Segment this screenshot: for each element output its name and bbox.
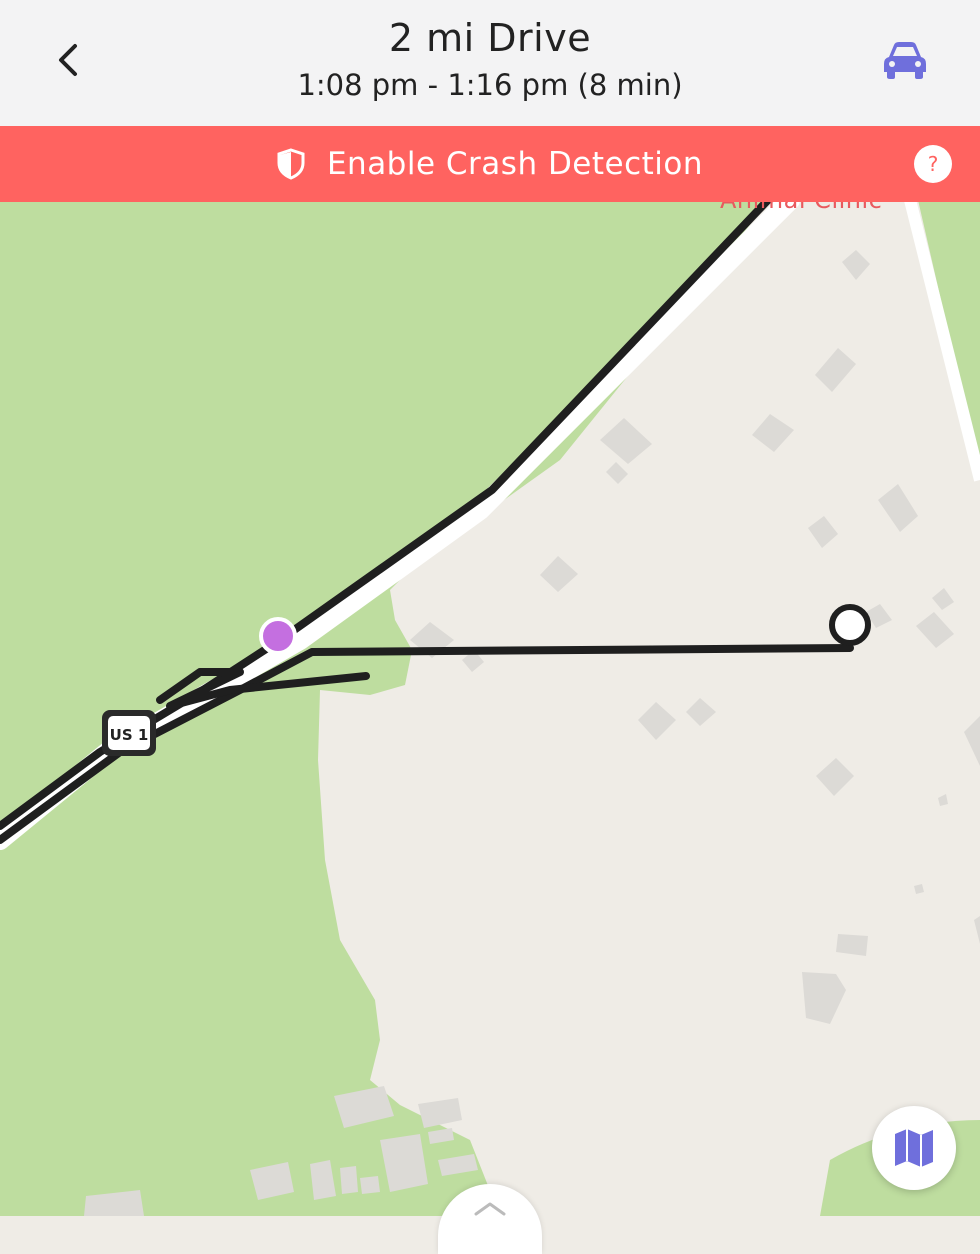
car-icon: [884, 42, 926, 79]
trip-title: 2 mi Drive: [388, 16, 592, 60]
banner-text: Enable Crash Detection: [326, 146, 704, 182]
help-button[interactable]: ?: [914, 145, 952, 183]
map-icon: [895, 1129, 933, 1167]
trip-time-range: 1:08 pm - 1:16 pm (8 min): [297, 68, 683, 102]
map-layers-button[interactable]: [872, 1106, 956, 1190]
chevron-up-icon: [474, 1202, 506, 1216]
trip-header: 2 mi Drive 1:08 pm - 1:16 pm (8 min): [0, 0, 980, 126]
svg-text:US 1: US 1: [110, 726, 149, 744]
shield-icon: [277, 148, 305, 180]
drive-mode-button[interactable]: [872, 30, 938, 90]
bottom-drawer-handle[interactable]: [438, 1184, 542, 1254]
highway-shield: US 1: [102, 710, 156, 756]
start-marker[interactable]: [259, 617, 297, 655]
end-marker[interactable]: [829, 604, 871, 646]
crash-detection-banner[interactable]: Enable Crash Detection: [0, 126, 980, 202]
